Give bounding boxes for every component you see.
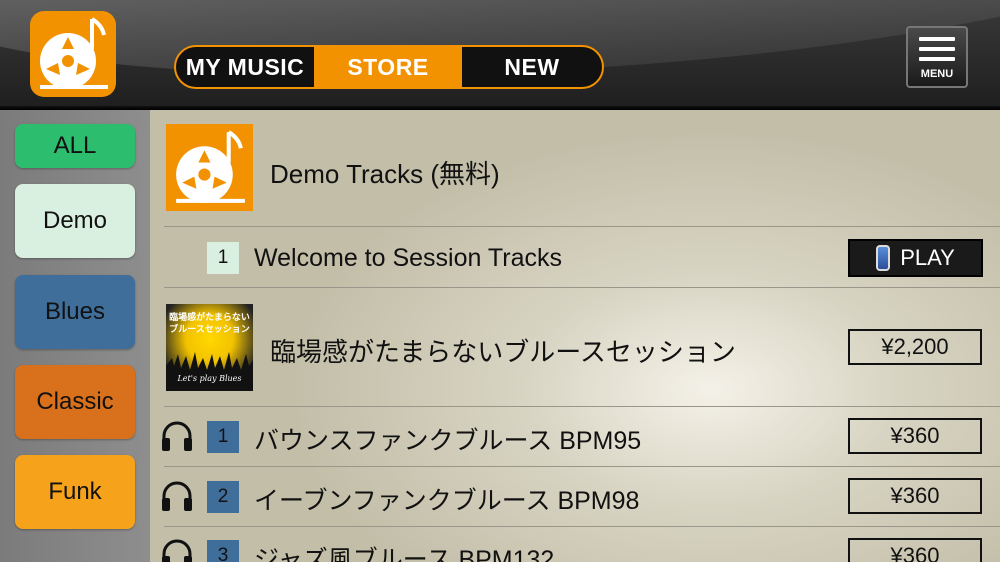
hamburger-icon (919, 47, 955, 51)
blues-pack-title[interactable]: 臨場感がたまらないブルースセッション (270, 332, 736, 369)
track-title[interactable]: バウンスファンクブルース BPM95 (254, 421, 641, 457)
menu-button[interactable]: MENU (906, 26, 968, 88)
cover-text-line2: ブルースセッション (169, 324, 250, 334)
track-number-badge: 1 (207, 242, 239, 274)
category-all[interactable]: ALL (15, 124, 135, 168)
tab-my-music[interactable]: MY MUSIC (176, 47, 314, 87)
tape-reel-music-note-icon (176, 130, 245, 203)
category-demo[interactable]: Demo (15, 184, 135, 258)
app-logo[interactable] (30, 11, 116, 97)
track-price-button[interactable]: ¥360 (848, 478, 982, 514)
hamburger-icon (919, 37, 955, 41)
play-button-label: PLAY (900, 245, 955, 270)
play-button[interactable]: PLAY (848, 239, 983, 277)
divider (164, 406, 1000, 407)
demo-pack-title[interactable]: Demo Tracks (無料) (270, 154, 500, 191)
tab-store[interactable]: STORE (314, 47, 462, 87)
track-number-badge: 1 (207, 421, 239, 453)
smartphone-icon (876, 245, 891, 271)
track-number-badge: 3 (207, 540, 239, 562)
track-title[interactable]: Welcome to Session Tracks (254, 244, 562, 273)
track-price-button[interactable]: ¥360 (848, 418, 982, 454)
headphones-icon[interactable] (160, 420, 194, 452)
crowd-silhouette-icon (166, 352, 253, 391)
pack-price-button[interactable]: ¥2,200 (848, 329, 982, 365)
divider (164, 466, 1000, 467)
category-sidebar: ALL Demo Blues Classic Funk (0, 110, 150, 562)
blues-pack-cover[interactable]: 臨場感がたまらない ブルースセッション Let's play Blues (166, 304, 253, 391)
track-title[interactable]: ジャズ風ブルース BPM132 (254, 540, 554, 562)
headphones-icon[interactable] (160, 538, 194, 562)
tab-new[interactable]: NEW (462, 47, 602, 87)
divider (164, 287, 1000, 288)
menu-label: MENU (920, 68, 954, 80)
category-blues[interactable]: Blues (15, 275, 135, 349)
divider (164, 226, 1000, 227)
track-price-button[interactable]: ¥360 (848, 538, 982, 562)
tape-reel-music-note-icon (40, 17, 108, 89)
headphones-icon[interactable] (160, 480, 194, 512)
track-number-badge: 2 (207, 481, 239, 513)
hamburger-icon (919, 57, 955, 61)
main-nav-tabs: MY MUSIC STORE NEW (174, 45, 604, 89)
store-list: Demo Tracks (無料) 1 Welcome to Session Tr… (150, 110, 1000, 562)
track-title[interactable]: イーブンファンクブルース BPM98 (254, 481, 639, 517)
category-funk[interactable]: Funk (15, 455, 135, 529)
divider (164, 526, 1000, 527)
demo-pack-cover[interactable] (166, 124, 253, 211)
category-classic[interactable]: Classic (15, 365, 135, 439)
cover-text-line3: Let's play Blues (177, 374, 242, 383)
